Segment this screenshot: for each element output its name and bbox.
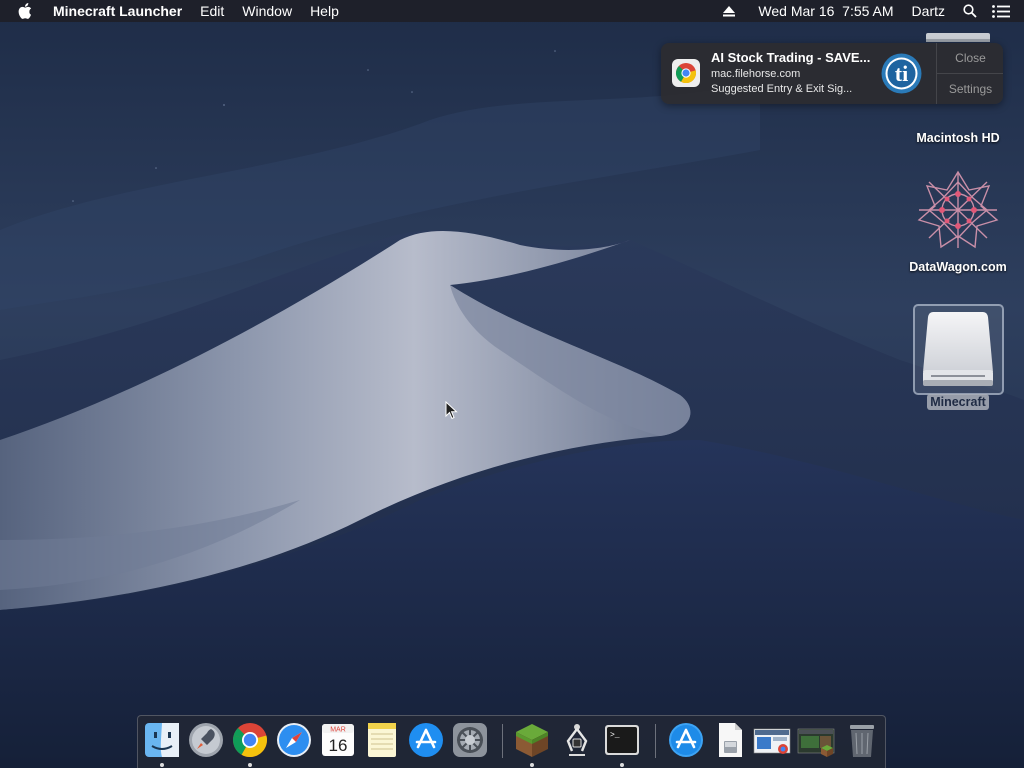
running-indicator: [530, 763, 534, 767]
app-store-icon[interactable]: [407, 721, 445, 759]
svg-text:ti: ti: [895, 61, 908, 86]
notification-actions: Close Settings: [936, 43, 1003, 104]
eject-icon[interactable]: [723, 5, 749, 17]
menu-bar: Minecraft Launcher Edit Window Help Wed …: [0, 0, 1024, 22]
terminal-prompt: >_: [610, 731, 620, 740]
dock: MAR 16 >_: [137, 715, 886, 768]
notification-close-button[interactable]: Close: [937, 43, 1003, 74]
calendar-day: 16: [329, 736, 348, 755]
notification-body: Suggested Entry & Exit Sig...: [711, 83, 853, 95]
launchpad-icon[interactable]: [187, 721, 225, 759]
notes-icon[interactable]: [363, 721, 401, 759]
calendar-month: MAR: [330, 727, 346, 734]
search-icon[interactable]: [954, 4, 986, 18]
applications-folder-icon[interactable]: [667, 721, 705, 759]
running-indicator: [248, 763, 252, 767]
minecraft-grass-block-icon[interactable]: [513, 721, 551, 759]
document-icon[interactable]: [711, 721, 749, 759]
terminal-icon[interactable]: >_: [603, 721, 641, 759]
app-name-menu[interactable]: Minecraft Launcher: [44, 0, 191, 22]
mouse-cursor-icon: [445, 401, 458, 420]
desktop-icon-label: DataWagon.com: [909, 260, 1007, 274]
chrome-icon[interactable]: [231, 721, 269, 759]
notification-center-icon[interactable]: [986, 4, 1024, 18]
disk-image-icon: [923, 312, 993, 386]
chrome-icon: [672, 59, 700, 87]
help-menu[interactable]: Help: [301, 0, 348, 22]
notification-banner[interactable]: AI Stock Trading - SAVE... mac.filehorse…: [661, 43, 1003, 104]
desktop-wallpaper: [0, 0, 1024, 768]
desktop-icon-label: Minecraft: [927, 394, 989, 410]
datawagon-logo-icon: [917, 170, 999, 249]
running-indicator: [160, 763, 164, 767]
trash-icon[interactable]: [843, 721, 881, 759]
notification-settings-button[interactable]: Settings: [937, 74, 1003, 104]
finder-icon[interactable]: [143, 721, 181, 759]
edit-menu[interactable]: Edit: [191, 0, 233, 22]
minecraft-screenshot-icon[interactable]: [797, 721, 835, 759]
notification-source: mac.filehorse.com: [711, 68, 801, 80]
notification-site-logo-icon: ti: [881, 53, 922, 94]
notification-title: AI Stock Trading - SAVE...: [711, 50, 871, 65]
dock-separator: [502, 724, 503, 758]
running-indicator: [620, 763, 624, 767]
desktop-icon-label: Macintosh HD: [916, 131, 1000, 145]
apple-menu[interactable]: [0, 3, 44, 19]
desktop-icon-datawagon[interactable]: DataWagon.com: [903, 170, 1013, 274]
clock[interactable]: Wed Mar 16 7:55 AM: [749, 0, 902, 22]
calendar-icon[interactable]: MAR 16: [319, 721, 357, 759]
safari-icon[interactable]: [275, 721, 313, 759]
apple-icon: [18, 3, 32, 19]
system-preferences-icon[interactable]: [451, 721, 489, 759]
screenshot-thumbnail-icon[interactable]: [753, 721, 791, 759]
window-menu[interactable]: Window: [233, 0, 301, 22]
desktop-icon-minecraft[interactable]: Minecraft: [903, 304, 1013, 411]
dock-separator: [655, 724, 656, 758]
status-area: Wed Mar 16 7:55 AM Dartz: [723, 0, 1024, 22]
user-menu[interactable]: Dartz: [903, 0, 954, 22]
claw-utility-icon[interactable]: [558, 721, 596, 759]
hard-drive-icon: [926, 33, 990, 42]
